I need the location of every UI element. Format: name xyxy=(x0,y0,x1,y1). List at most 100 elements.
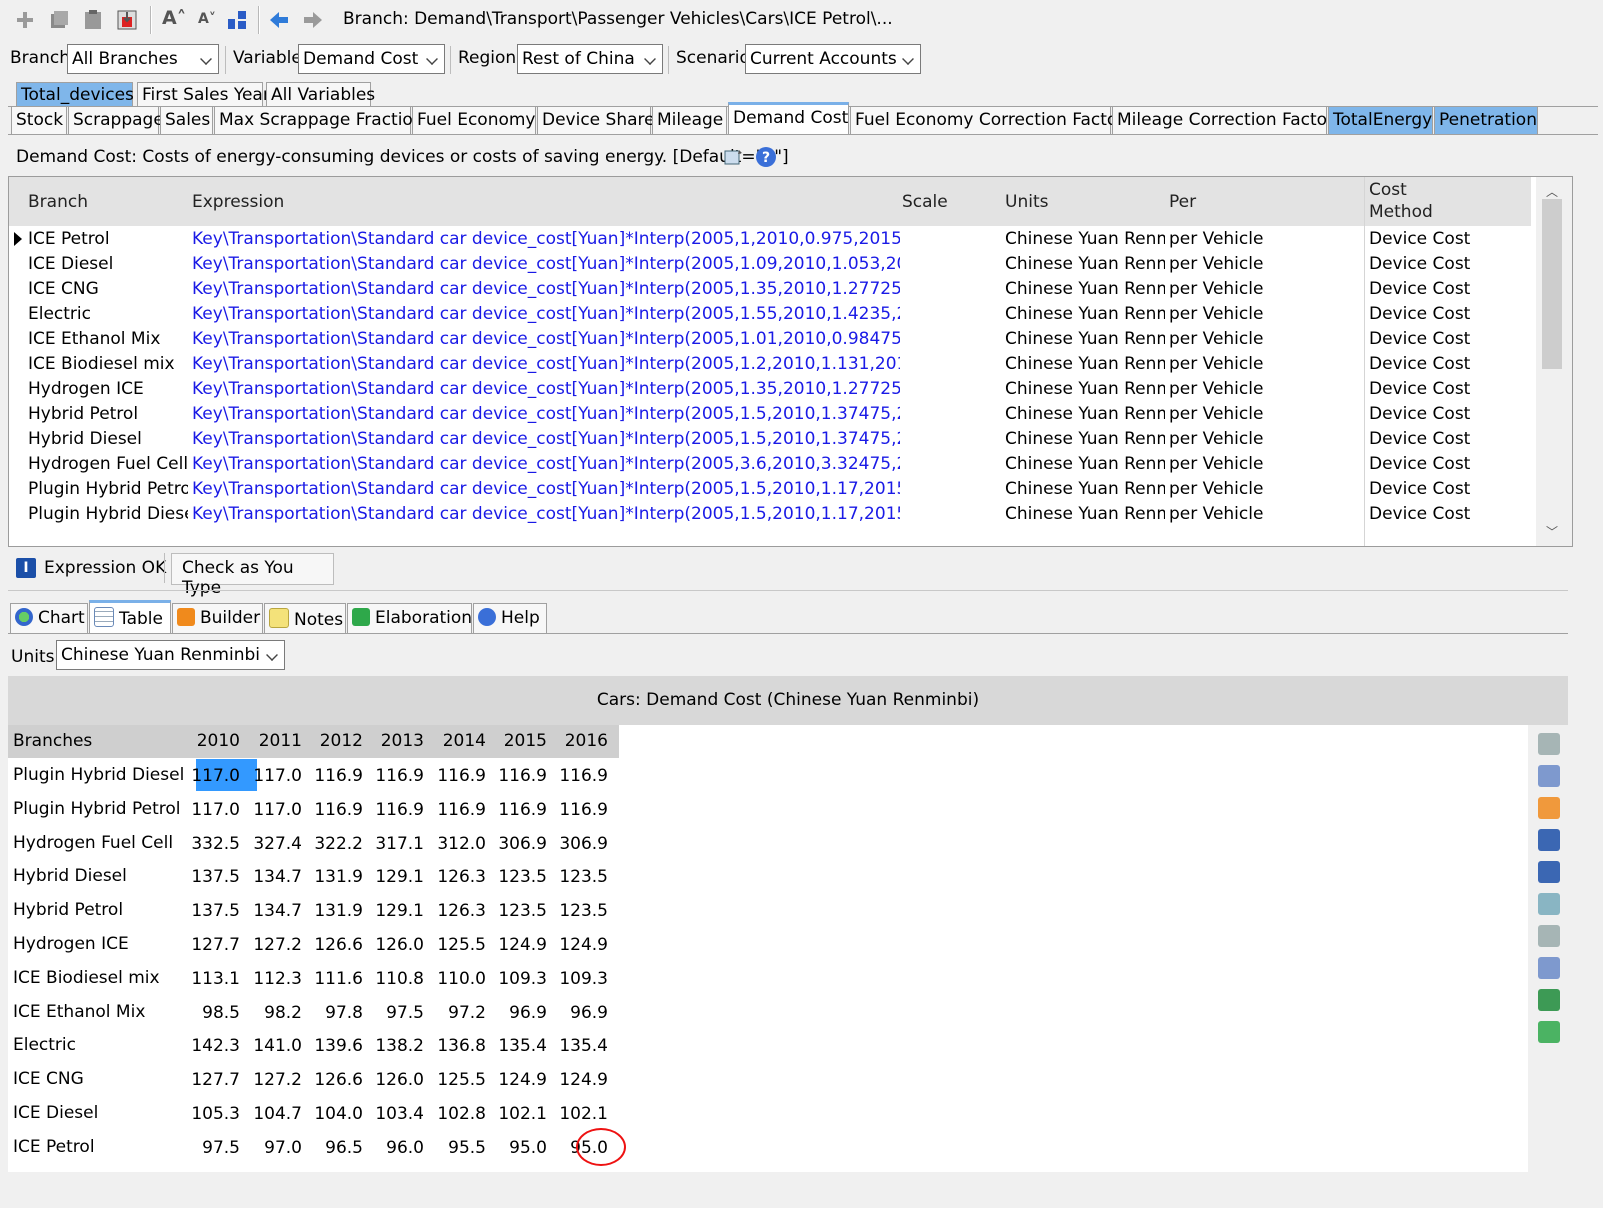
table-cell[interactable]: 98.5 xyxy=(184,1003,240,1023)
grid-cell-branch[interactable]: Hybrid Petrol xyxy=(28,404,188,424)
copy-icon[interactable] xyxy=(48,9,70,31)
grid-cell-expression[interactable]: Key\Transportation\Standard car device_c… xyxy=(192,454,900,474)
region-select[interactable]: Rest of China xyxy=(517,44,663,74)
table-cell[interactable]: 137.5 xyxy=(184,901,240,921)
table-cell[interactable]: 135.4 xyxy=(552,1036,608,1056)
tab-mileage-correction-factor[interactable]: Mileage Correction Factor xyxy=(1112,106,1334,134)
table-cell[interactable]: 109.3 xyxy=(552,969,608,989)
table-cell[interactable]: 97.5 xyxy=(184,1138,240,1158)
table-cell[interactable]: 96.0 xyxy=(368,1138,424,1158)
grid-cell-cost-method[interactable]: Device Cost xyxy=(1369,504,1529,524)
back-arrow-icon[interactable] xyxy=(268,9,290,31)
table-cell[interactable]: 110.8 xyxy=(368,969,424,989)
tree-structure-icon[interactable] xyxy=(226,9,248,31)
print-icon[interactable] xyxy=(1538,733,1560,755)
table-cell[interactable]: 332.5 xyxy=(184,834,240,854)
table-cell[interactable]: 102.1 xyxy=(552,1104,608,1124)
table-cell[interactable]: 102.1 xyxy=(491,1104,547,1124)
table-row[interactable]: ICE CNG 127.7 127.2 126.6 126.0 125.5 124.9 124… xyxy=(8,1063,619,1097)
grid-cell-cost-method[interactable]: Device Cost xyxy=(1369,354,1529,374)
grid-cell-expression[interactable]: Key\Transportation\Standard car device_c… xyxy=(192,429,900,449)
table-cell[interactable]: 96.9 xyxy=(491,1003,547,1023)
table-cell[interactable]: 116.9 xyxy=(491,766,547,786)
tab-notes[interactable]: Notes xyxy=(264,603,346,633)
forward-arrow-icon[interactable] xyxy=(302,9,324,31)
grid-cell-per[interactable]: per Vehicle xyxy=(1169,479,1359,499)
table-cell[interactable]: 98.2 xyxy=(246,1003,302,1023)
header-branch[interactable]: Branch xyxy=(28,192,88,212)
variable-select[interactable]: Demand Cost xyxy=(298,44,445,74)
grid-cell-branch[interactable]: ICE Biodiesel mix xyxy=(28,354,188,374)
table-cell[interactable]: 125.5 xyxy=(430,1070,486,1090)
grid-cell-units[interactable]: Chinese Yuan Renmi xyxy=(1005,454,1165,474)
grid-cell-cost-method[interactable]: Device Cost xyxy=(1369,254,1529,274)
grid-cell-branch[interactable]: Hydrogen Fuel Cell xyxy=(28,454,188,474)
add-icon[interactable] xyxy=(14,9,36,31)
tab-total-devices[interactable]: Total_devices xyxy=(16,82,134,106)
table-row[interactable]: Plugin Hybrid Petrol 117.0 117.0 116.9 116.9… xyxy=(8,793,619,827)
table-cell[interactable]: 139.6 xyxy=(307,1036,363,1056)
table-cell[interactable]: 129.1 xyxy=(368,901,424,921)
table-cell[interactable]: 317.1 xyxy=(368,834,424,854)
table-row[interactable]: Hybrid Diesel 137.5 134.7 131.9 129.1 126.3 12… xyxy=(8,860,619,894)
table-cell[interactable]: 322.2 xyxy=(307,834,363,854)
table-cell[interactable]: 104.0 xyxy=(307,1104,363,1124)
table-cell[interactable]: 127.7 xyxy=(184,1070,240,1090)
table-row[interactable]: Hydrogen Fuel Cell 332.5 327.4 322.2 317.1 31… xyxy=(8,827,619,861)
tab-mileage[interactable]: Mileage xyxy=(652,106,727,134)
table-cell[interactable]: 142.3 xyxy=(184,1036,240,1056)
table-cell[interactable]: 96.9 xyxy=(552,1003,608,1023)
tab-help[interactable]: Help xyxy=(473,603,547,633)
table-cell[interactable]: 117.0 xyxy=(246,766,302,786)
grid-cell-units[interactable]: Chinese Yuan Renmi xyxy=(1005,254,1165,274)
table-cell[interactable]: 116.9 xyxy=(430,800,486,820)
table-cell[interactable]: 116.9 xyxy=(552,766,608,786)
tab-first-sales-year[interactable]: First Sales Year xyxy=(137,82,270,106)
header-expression[interactable]: Expression xyxy=(192,192,284,212)
grid-cell-units[interactable]: Chinese Yuan Renmi xyxy=(1005,329,1165,349)
tab-chart[interactable]: Chart xyxy=(10,603,88,633)
grid-cell-per[interactable]: per Vehicle xyxy=(1169,329,1359,349)
grid-cell-branch[interactable]: Electric xyxy=(28,304,188,324)
table-cell[interactable]: 126.6 xyxy=(307,935,363,955)
table-cell[interactable]: 124.9 xyxy=(552,1070,608,1090)
grid-row[interactable]: Hybrid Diesel Key\Transportation\Standard… xyxy=(9,427,1531,452)
grid-cell-branch[interactable]: ICE Diesel xyxy=(28,254,188,274)
grid-cell-expression[interactable]: Key\Transportation\Standard car device_c… xyxy=(192,304,900,324)
grid-row[interactable]: ICE Ethanol Mix Key\Transportation\Standa… xyxy=(9,327,1531,352)
table-cell[interactable]: 113.1 xyxy=(184,969,240,989)
tab-stock[interactable]: Stock xyxy=(11,106,67,134)
table-cell[interactable]: 124.9 xyxy=(552,935,608,955)
check-as-you-type-button[interactable]: Check as You Type xyxy=(171,553,334,598)
copy-icon[interactable] xyxy=(1538,765,1560,787)
grid-cell-per[interactable]: per Vehicle xyxy=(1169,429,1359,449)
table-cell[interactable]: 97.8 xyxy=(307,1003,363,1023)
table-cell[interactable]: 116.9 xyxy=(430,766,486,786)
tab-sales[interactable]: Sales xyxy=(160,106,213,134)
grid-cell-per[interactable]: per Vehicle xyxy=(1169,279,1359,299)
print-icon[interactable] xyxy=(1538,925,1560,947)
table-cell[interactable]: 116.9 xyxy=(491,800,547,820)
grid-cell-units[interactable]: Chinese Yuan Renmi xyxy=(1005,479,1165,499)
grid-cell-units[interactable]: Chinese Yuan Renmi xyxy=(1005,304,1165,324)
table-cell[interactable]: 123.5 xyxy=(552,867,608,887)
table-row[interactable]: ICE Biodiesel mix 113.1 112.3 111.6 110.8 110… xyxy=(8,962,619,996)
table-cell[interactable]: 124.9 xyxy=(491,935,547,955)
grid-cell-units[interactable]: Chinese Yuan Renmi xyxy=(1005,229,1165,249)
grid-row[interactable]: ICE Biodiesel mix Key\Transportation\Stan… xyxy=(9,352,1531,377)
grid-row[interactable]: Hydrogen Fuel Cell Key\Transportation\Sta… xyxy=(9,452,1531,477)
grid-cell-cost-method[interactable]: Device Cost xyxy=(1369,304,1529,324)
table-cell[interactable]: 126.3 xyxy=(430,867,486,887)
help-icon[interactable]: ? xyxy=(755,146,777,168)
grid-cell-units[interactable]: Chinese Yuan Renmi xyxy=(1005,354,1165,374)
table-cell[interactable]: 125.5 xyxy=(430,935,486,955)
table-row[interactable]: ICE Diesel 105.3 104.7 104.0 103.4 102.8 102.1… xyxy=(8,1097,619,1131)
tab-scrappage[interactable]: Scrappage xyxy=(68,106,164,134)
grid-options-icon[interactable] xyxy=(1538,893,1560,915)
tab-table[interactable]: Table xyxy=(89,600,171,634)
edit-note-icon[interactable] xyxy=(722,143,746,167)
branch-select[interactable]: All Branches xyxy=(67,44,219,74)
table-cell[interactable]: 105.3 xyxy=(184,1104,240,1124)
grid-cell-units[interactable]: Chinese Yuan Renmi xyxy=(1005,279,1165,299)
font-larger-icon[interactable]: A˄ xyxy=(162,7,186,29)
